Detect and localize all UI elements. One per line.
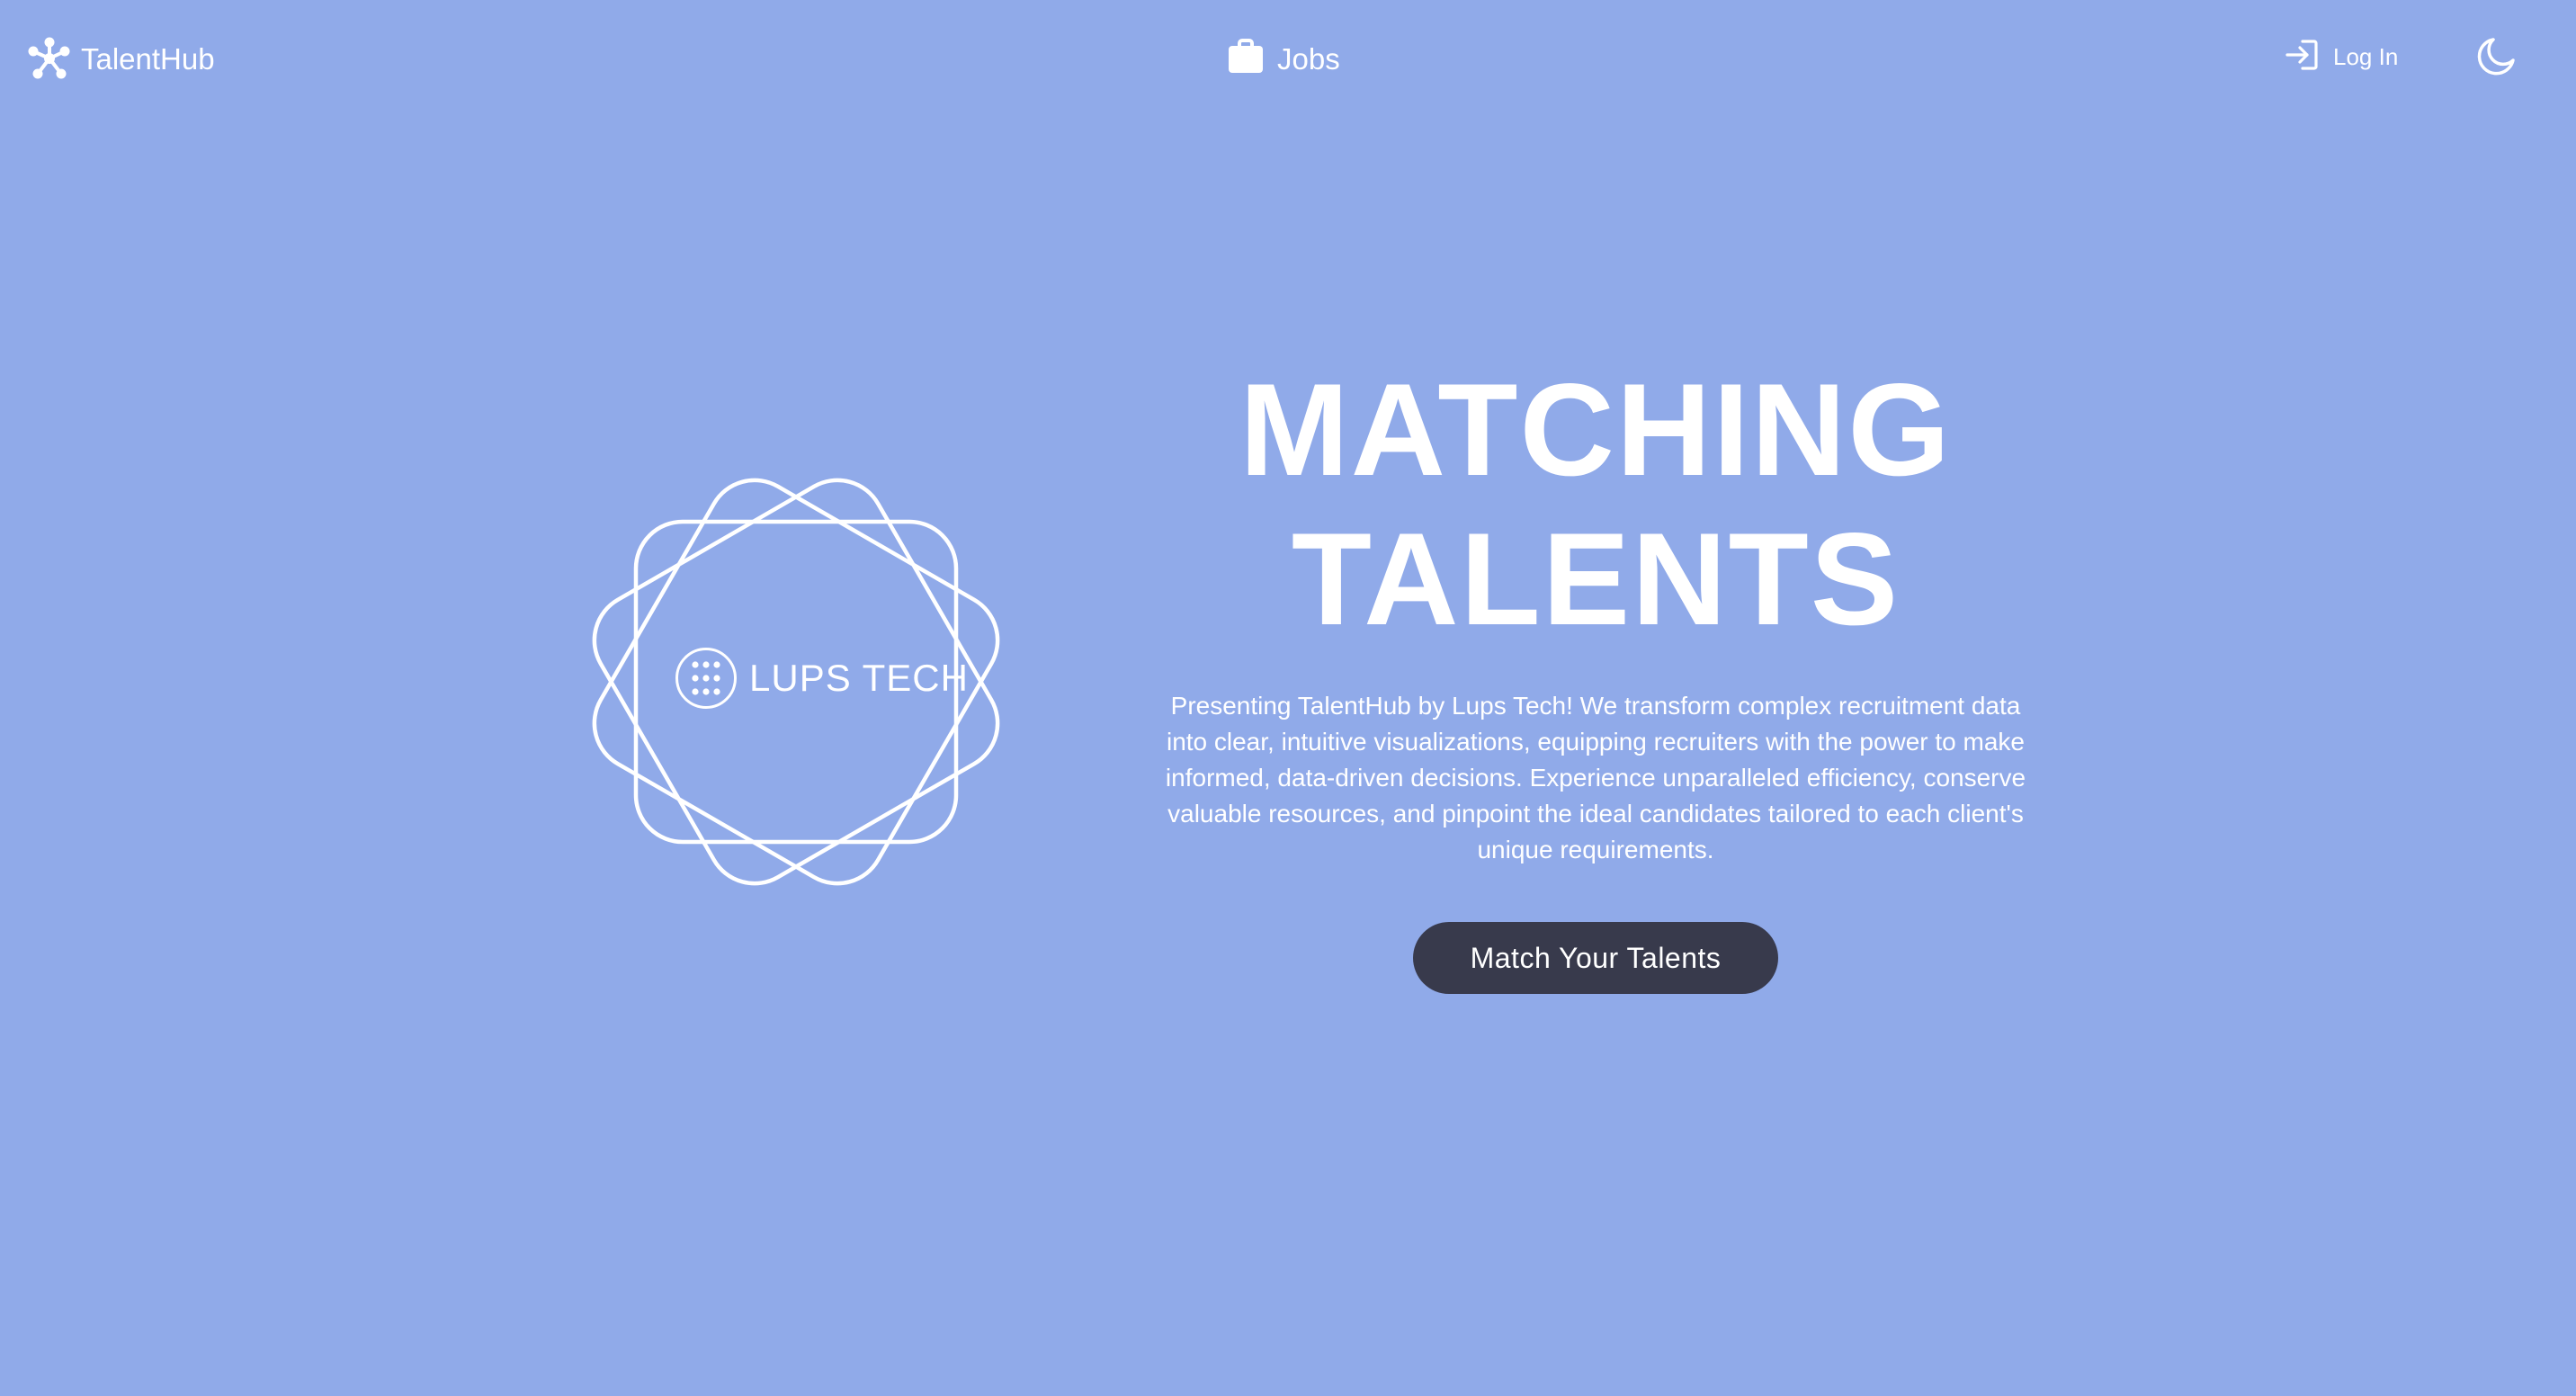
login-arrow-icon (2285, 39, 2319, 76)
nav-jobs-label: Jobs (1277, 41, 1340, 76)
lups-tech-dots-icon (675, 648, 737, 709)
molecule-network-icon (27, 36, 72, 81)
theme-toggle-button[interactable] (2475, 36, 2517, 77)
moon-icon (2475, 36, 2517, 77)
hero-title: MATCHING TALENTS (1142, 355, 2049, 654)
logo-text: LUPS TECH (749, 657, 969, 699)
hero-description: Presenting TalentHub by Lups Tech! We tr… (1165, 692, 2026, 864)
hero-title-line-1: MATCHING (1239, 356, 1952, 503)
logo-badge: LUPS TECH (675, 648, 969, 709)
brand-home-link[interactable]: TalentHub (27, 36, 215, 81)
top-navbar: TalentHub Jobs Log In (0, 0, 2576, 117)
brand-name: TalentHub (81, 41, 215, 76)
login-label: Log In (2333, 43, 2399, 70)
briefcase-icon (1227, 38, 1265, 80)
nav-jobs-link[interactable]: Jobs (1227, 36, 1340, 81)
hero-section: MATCHING TALENTS Presenting TalentHub by… (1142, 355, 2049, 994)
login-link[interactable]: Log In (2285, 34, 2398, 79)
match-your-talents-button[interactable]: Match Your Talents (1413, 922, 1778, 994)
hero-title-line-2: TALENTS (1291, 506, 1901, 652)
lups-tech-logo: LUPS TECH (589, 475, 1003, 889)
